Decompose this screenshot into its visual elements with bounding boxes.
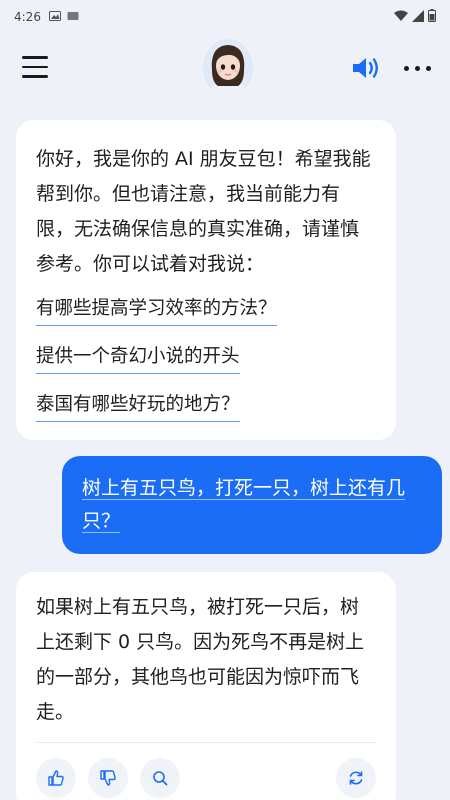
dislike-button[interactable] [88,758,128,798]
battery-icon [428,9,436,25]
search-icon [153,771,168,786]
notification-icon [67,10,79,24]
user-message: 树上有五只鸟，打死一只，树上还有几只？ [62,456,442,554]
avatar-icon [203,39,253,97]
avatar[interactable] [202,38,254,98]
hamburger-menu-icon [22,56,48,59]
user-message-text: 树上有五只鸟，打死一只，树上还有几只？ [82,477,406,533]
gallery-icon [48,10,61,24]
suggestion-link[interactable]: 提供一个奇幻小说的开头 [36,344,240,374]
chat-header [0,34,450,106]
refresh-icon [349,771,363,785]
bot-message-intro: 你好，我是你的 AI 朋友豆包！希望我能帮到你。但也请注意，我当前能力有限，无法… [16,120,396,440]
more-dots-icon [404,65,409,71]
suggestion-link[interactable]: 有哪些提高学习效率的方法？ [36,296,277,326]
bot-intro-text: 你好，我是你的 AI 朋友豆包！希望我能帮到你。但也请注意，我当前能力有限，无法… [36,148,371,275]
speaker-button[interactable] [350,54,380,82]
like-button[interactable] [36,758,76,798]
regenerate-button[interactable] [336,758,376,798]
suggestion-list: 有哪些提高学习效率的方法？ 提供一个奇幻小说的开头 泰国有哪些好玩的地方？ [36,296,376,440]
signal-icon [412,9,424,25]
status-time: 4:26 [14,10,41,24]
divider [36,742,376,743]
more-button[interactable] [404,58,438,78]
bot-message-answer: 如果树上有五只鸟，被打死一只后，树上还剩下 0 只鸟。因为死鸟不再是树上的一部分… [16,572,396,800]
wifi-icon [394,10,408,25]
speaker-icon [353,58,378,78]
menu-button[interactable] [22,56,48,78]
status-bar: 4:26 [0,0,450,34]
bot-answer-text: 如果树上有五只鸟，被打死一只后，树上还剩下 0 只鸟。因为死鸟不再是树上的一部分… [36,596,365,723]
search-button[interactable] [140,758,180,798]
thumbs-up-icon [48,770,64,786]
thumbs-down-icon [100,770,116,786]
suggestion-link[interactable]: 泰国有哪些好玩的地方？ [36,392,240,422]
